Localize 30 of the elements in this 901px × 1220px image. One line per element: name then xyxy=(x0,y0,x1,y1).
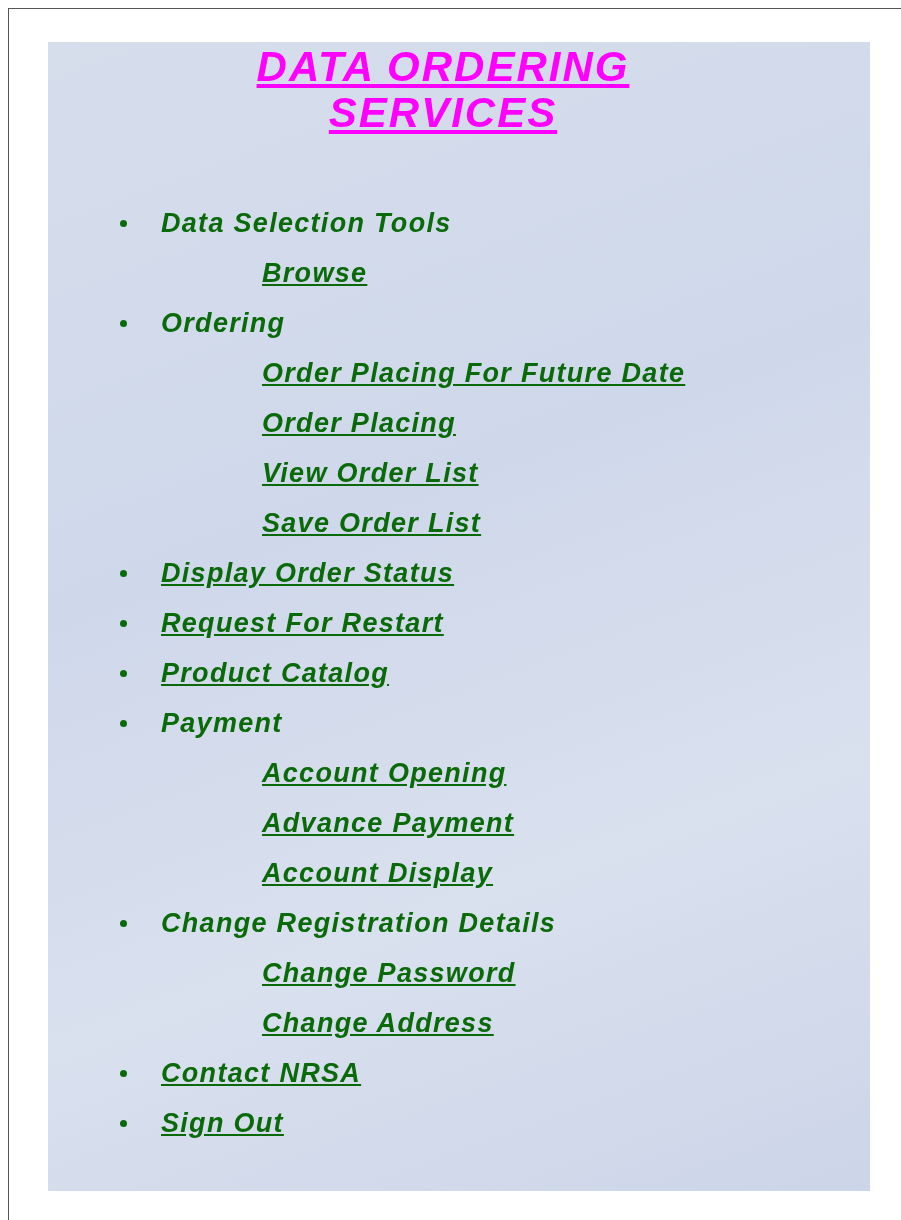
bullet-icon xyxy=(120,669,127,677)
bullet-icon xyxy=(120,319,127,327)
bullet-icon xyxy=(120,719,127,727)
submenu-link[interactable]: Advance Payment xyxy=(262,807,515,839)
menu-heading: Data Selection Tools xyxy=(161,207,452,239)
menu-link[interactable]: Display Order Status xyxy=(161,557,455,589)
menu-link[interactable]: Sign Out xyxy=(161,1107,284,1139)
submenu-link[interactable]: Save Order List xyxy=(262,507,482,539)
submenu-link[interactable]: Order Placing xyxy=(262,407,456,439)
menu-link[interactable]: Request For Restart xyxy=(161,607,444,639)
bullet-icon xyxy=(120,919,127,927)
submenu-link[interactable]: View Order List xyxy=(262,457,479,489)
page-title: SERVICES xyxy=(328,90,558,136)
menu-heading: Ordering xyxy=(161,307,286,339)
bullet-icon xyxy=(120,569,127,577)
menu-link[interactable]: Contact NRSA xyxy=(161,1057,362,1089)
submenu-link[interactable]: Change Address xyxy=(262,1007,494,1039)
bullet-icon xyxy=(120,619,127,627)
submenu-link[interactable]: Account Display xyxy=(262,857,494,889)
menu-heading: Payment xyxy=(161,707,283,739)
page-title: DATA ORDERING xyxy=(256,44,630,90)
menu-link[interactable]: Product Catalog xyxy=(161,657,389,689)
submenu-link[interactable]: Browse xyxy=(262,257,368,289)
bullet-icon xyxy=(120,1119,127,1127)
bullet-icon xyxy=(120,219,127,227)
submenu-link[interactable]: Order Placing For Future Date xyxy=(262,357,686,389)
submenu-link[interactable]: Change Password xyxy=(262,957,516,989)
bullet-icon xyxy=(120,1069,127,1077)
submenu-link[interactable]: Account Opening xyxy=(262,757,507,789)
menu-heading: Change Registration Details xyxy=(161,907,557,939)
